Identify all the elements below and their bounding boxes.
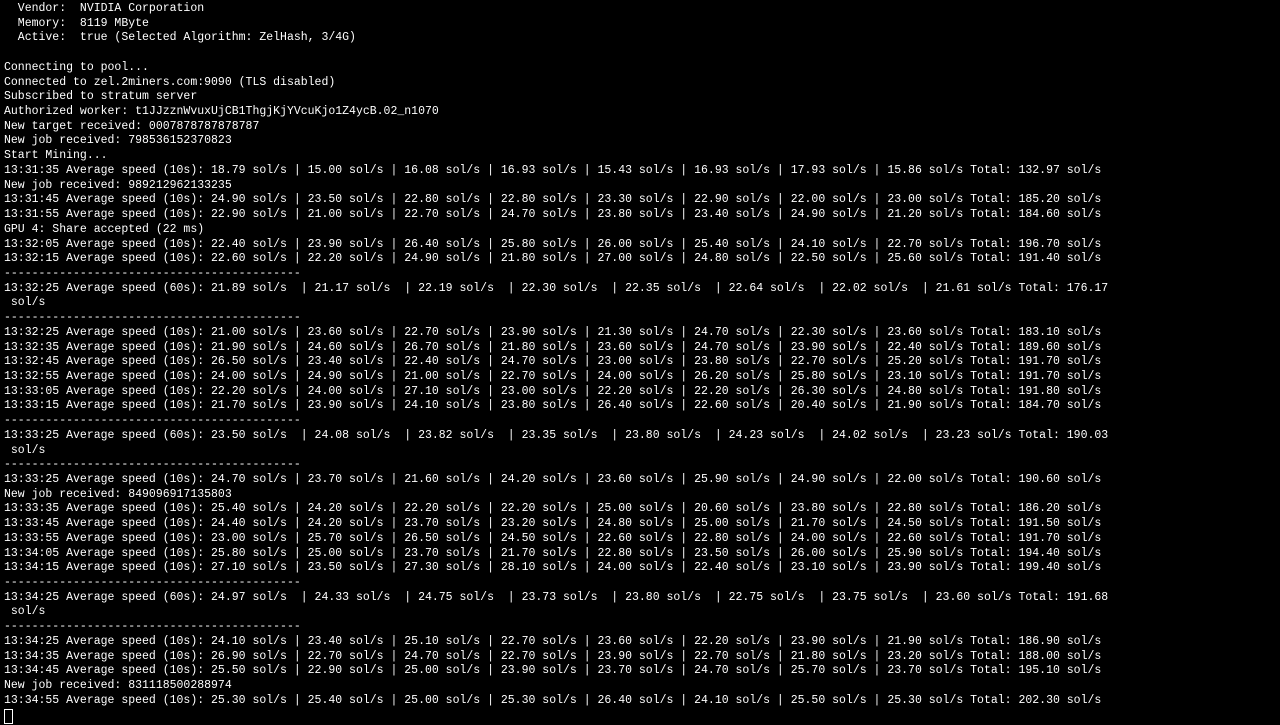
cursor	[4, 709, 13, 724]
terminal-output: Vendor: NVIDIA Corporation Memory: 8119 …	[0, 0, 1280, 725]
